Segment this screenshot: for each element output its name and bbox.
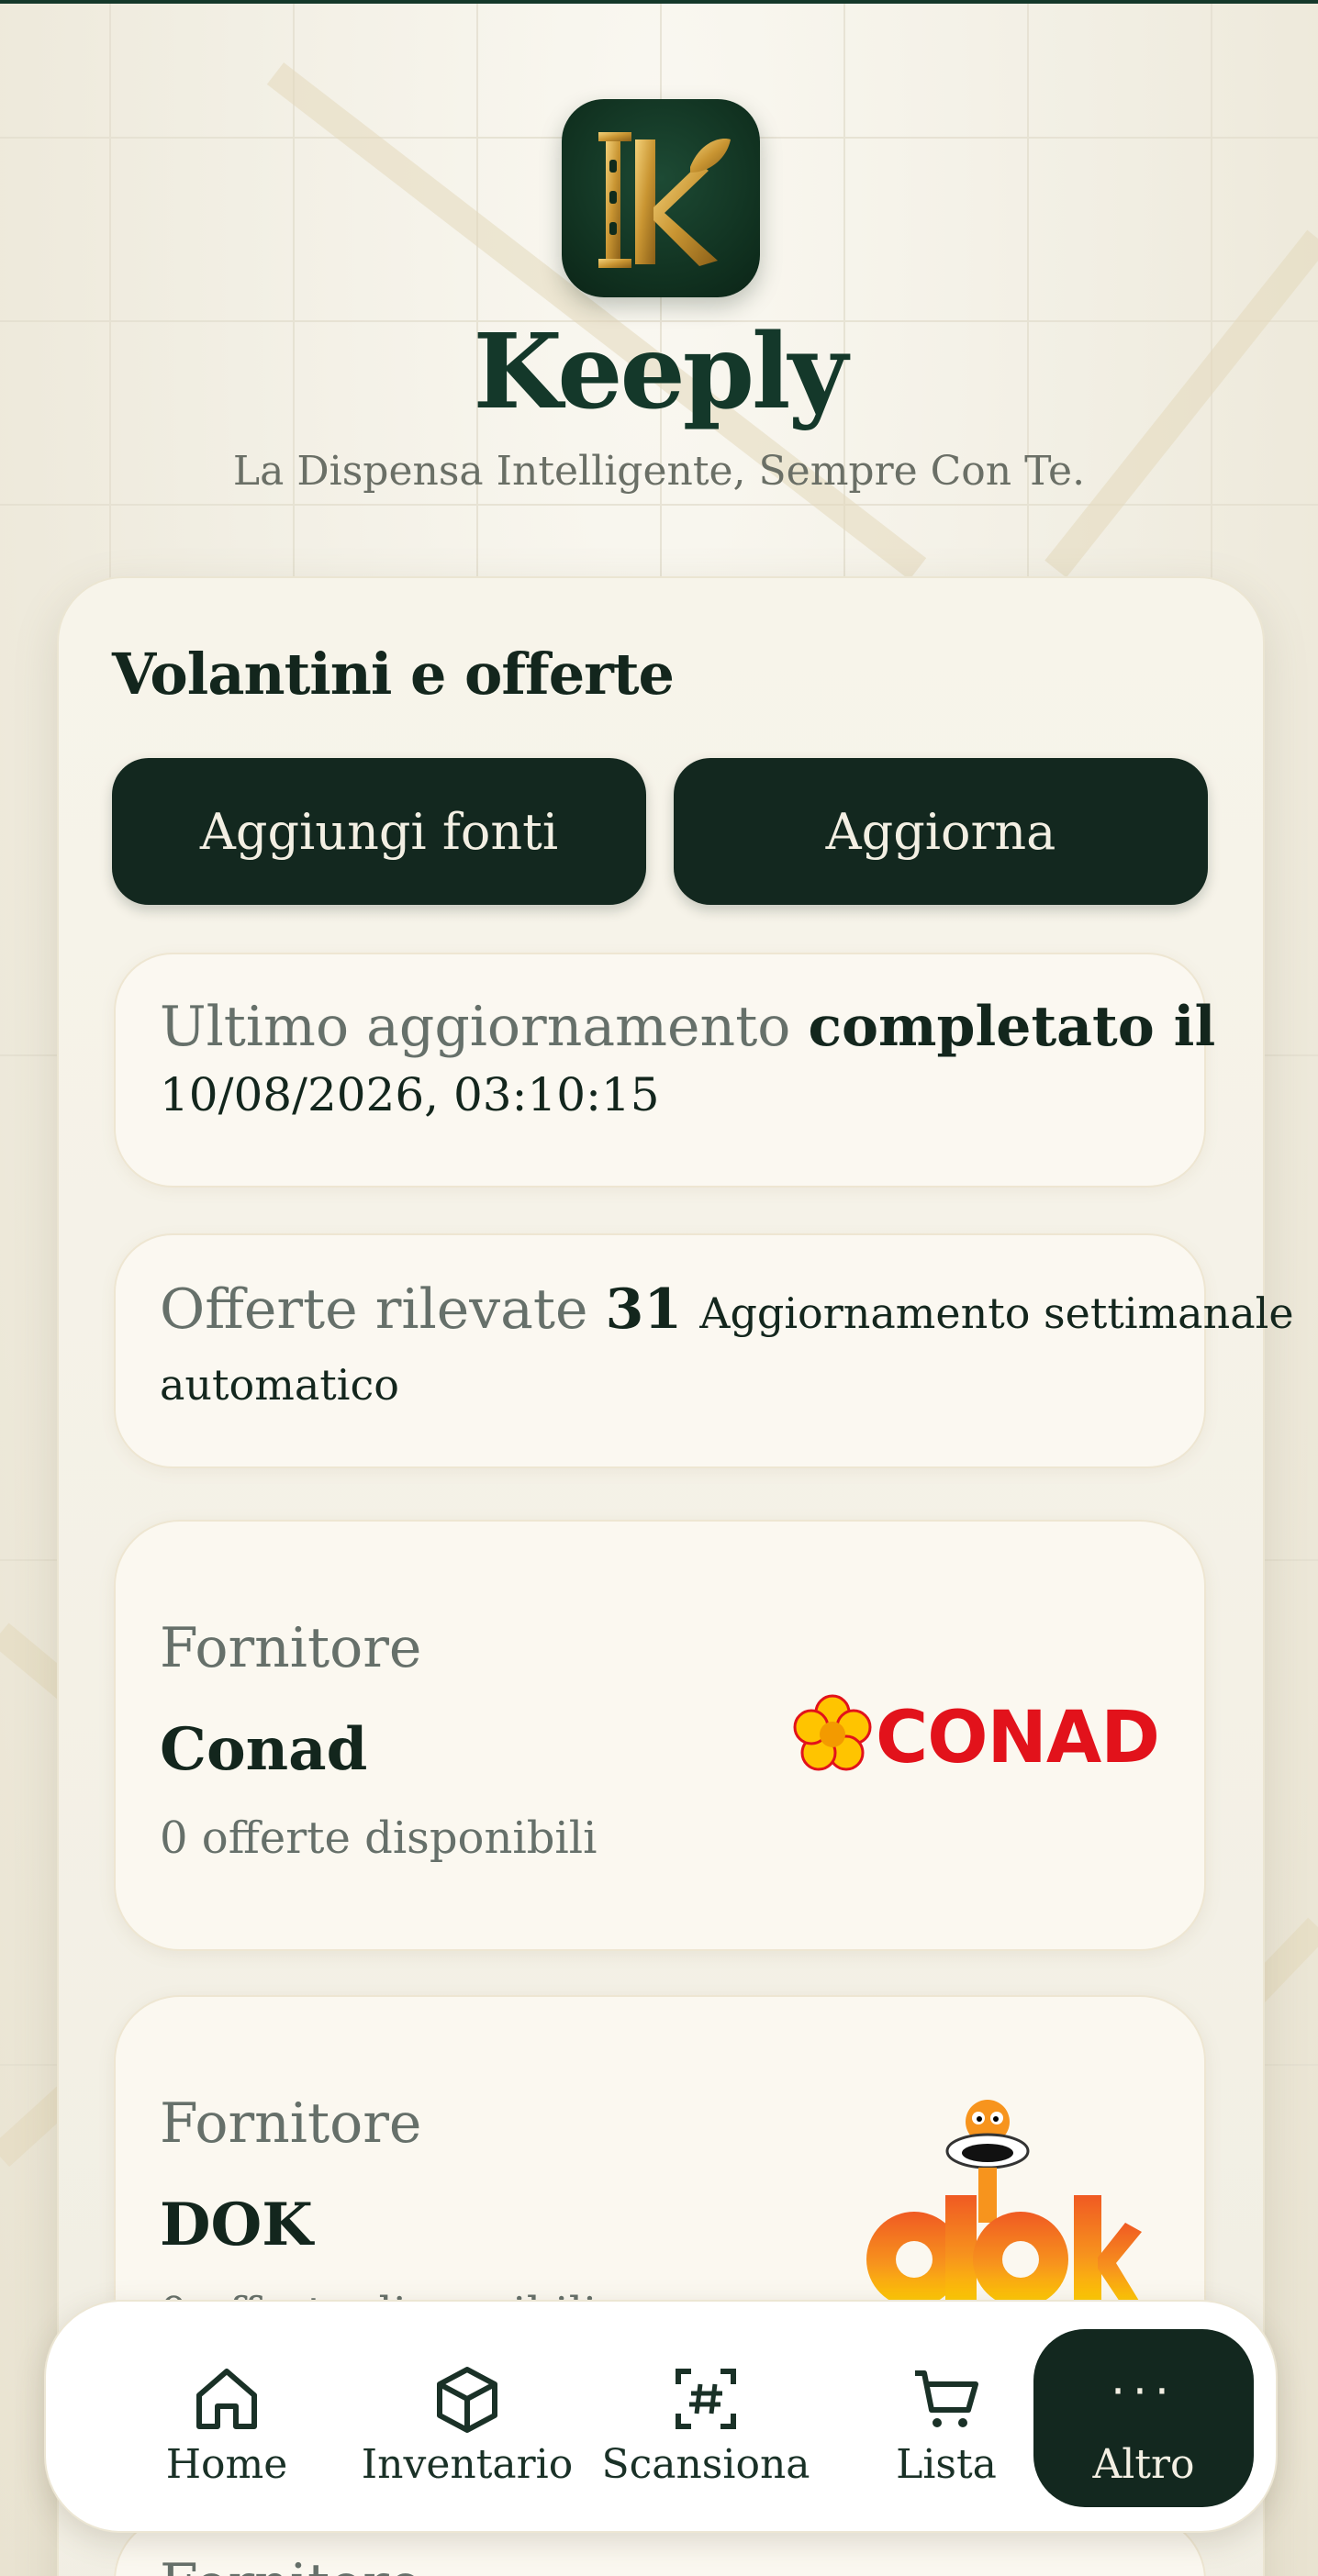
tagline: La Dispensa Intelligente, Sempre Con Te. (232, 448, 1086, 495)
last-update-label: Ultimo aggiornamento (160, 995, 791, 1059)
app-logo-icon (562, 99, 760, 297)
top-rule (0, 0, 1318, 4)
cart-icon (915, 2370, 978, 2427)
supplier-label: Fornitore (160, 1616, 422, 1680)
supplier-label: Fornitore (160, 2091, 422, 2156)
nav-item-home[interactable]: Home (112, 2302, 341, 2535)
supplier-name: DOK (160, 2191, 313, 2259)
conad-logo: CONAD (791, 1692, 1160, 1784)
offers-label: Offerte rilevate (160, 1277, 588, 1342)
app-name: Keeply (473, 312, 847, 432)
box-icon (437, 2367, 497, 2433)
dok-logo (850, 2094, 1144, 2333)
nav-item-altro[interactable]: ··· Altro (1033, 2329, 1254, 2507)
last-update-box: Ultimo aggiornamento completato il 10/08… (114, 953, 1215, 1188)
nav-label: Altro (1092, 2441, 1195, 2488)
bottom-navigation: Home Inventario Scansiona Lista ··· Altr… (44, 2300, 1278, 2533)
nav-label: Inventario (361, 2441, 574, 2488)
supplier-name: Conad (160, 1715, 368, 1784)
conad-logo-text: CONAD (876, 1697, 1160, 1779)
offers-count: 31 (605, 1277, 683, 1342)
section-title: Volantini e offerte (112, 641, 675, 708)
nav-item-lista[interactable]: Lista (832, 2302, 1061, 2535)
nav-label: Lista (896, 2441, 997, 2488)
scan-icon (676, 2369, 736, 2429)
offers-count-box: Offerte rilevate 31 Aggiornamento settim… (114, 1233, 1294, 1468)
supplier-label: Fornitore (160, 2548, 421, 2576)
home-icon (196, 2369, 257, 2429)
nav-item-inventario[interactable]: Inventario (352, 2302, 582, 2535)
offers-line: Offerte rilevate 31 Aggiornamento settim… (160, 1277, 1294, 1345)
supplier-card-conad[interactable]: Fornitore Conad 0 offerte disponibili CO… (114, 1520, 1206, 1951)
nav-item-scansiona[interactable]: Scansiona (591, 2302, 821, 2535)
flower-icon (793, 1694, 872, 1771)
more-icon: ··· (1111, 2365, 1177, 2418)
add-sources-button[interactable]: Aggiungi fonti (112, 758, 646, 905)
offers-note-cont: automatico (160, 1360, 399, 1410)
nav-label: Scansiona (601, 2441, 810, 2488)
last-update-datetime: 10/08/2026, 03:10:15 (160, 1068, 660, 1121)
refresh-button[interactable]: Aggiorna (674, 758, 1208, 905)
nav-label: Home (165, 2441, 288, 2488)
last-update-line: Ultimo aggiornamento completato il (160, 995, 1215, 1059)
offers-note: Aggiornamento settimanale (699, 1288, 1294, 1338)
supplier-offers-count: 0 offerte disponibili (160, 1812, 598, 1864)
last-update-status: completato il (808, 995, 1216, 1059)
